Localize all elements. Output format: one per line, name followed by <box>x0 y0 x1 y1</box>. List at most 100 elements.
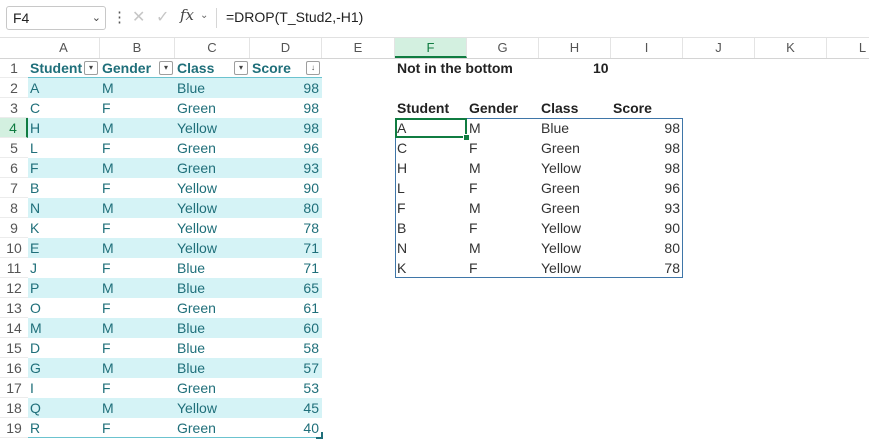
row-header-12[interactable]: 12 <box>0 278 28 298</box>
spill-cell[interactable]: F <box>467 138 539 158</box>
row-header-1[interactable]: 1 <box>0 58 28 78</box>
table-cell[interactable]: M <box>100 398 175 418</box>
table-cell[interactable]: Yellow <box>175 238 250 258</box>
table-cell[interactable]: Blue <box>175 78 250 98</box>
spill-cell[interactable]: M <box>467 118 539 138</box>
row-header-4[interactable]: 4 <box>0 118 28 138</box>
table-resize-handle[interactable] <box>316 432 323 439</box>
row-header-6[interactable]: 6 <box>0 158 28 178</box>
table-cell[interactable]: 61 <box>250 298 322 318</box>
table-cell[interactable]: L <box>28 138 100 158</box>
spill-cell[interactable]: 80 <box>611 238 683 258</box>
row-header-14[interactable]: 14 <box>0 318 28 338</box>
table-cell[interactable]: Blue <box>175 338 250 358</box>
name-box[interactable]: F4 ⌄ <box>6 6 106 30</box>
spill-cell[interactable]: Green <box>539 178 611 198</box>
table-cell[interactable]: J <box>28 258 100 278</box>
row-header-3[interactable]: 3 <box>0 98 28 118</box>
table-cell[interactable]: 71 <box>250 238 322 258</box>
table-cell[interactable]: 98 <box>250 98 322 118</box>
table-cell[interactable]: O <box>28 298 100 318</box>
table-cell[interactable]: 57 <box>250 358 322 378</box>
spill-cell[interactable]: F <box>467 218 539 238</box>
spill-cell[interactable]: Yellow <box>539 218 611 238</box>
table-cell[interactable]: M <box>100 238 175 258</box>
table-cell[interactable]: 71 <box>250 258 322 278</box>
spill-cell[interactable]: F <box>467 178 539 198</box>
table-cell[interactable]: 98 <box>250 78 322 98</box>
column-header-k[interactable]: K <box>755 38 827 58</box>
chevron-down-icon[interactable]: ⌄ <box>200 10 208 21</box>
spill-cell[interactable]: F <box>467 258 539 278</box>
table-cell[interactable]: F <box>100 138 175 158</box>
column-header-l[interactable]: L <box>827 38 869 58</box>
row-header-18[interactable]: 18 <box>0 398 28 418</box>
column-header-c[interactable]: C <box>175 38 250 58</box>
table-cell[interactable]: Green <box>175 298 250 318</box>
table-cell[interactable]: 40 <box>250 418 322 438</box>
table-cell[interactable]: A <box>28 78 100 98</box>
spill-cell[interactable]: Green <box>539 138 611 158</box>
table-cell[interactable]: Yellow <box>175 398 250 418</box>
table-cell[interactable]: 98 <box>250 118 322 138</box>
enter-icon[interactable]: ✓ <box>156 7 169 27</box>
spill-cell[interactable]: Yellow <box>539 258 611 278</box>
spill-cell[interactable]: K <box>395 258 467 278</box>
table-cell[interactable]: G <box>28 358 100 378</box>
result-header-student[interactable]: Student <box>395 98 467 118</box>
table-cell[interactable]: F <box>100 98 175 118</box>
spill-cell[interactable]: F <box>395 198 467 218</box>
table-cell[interactable]: M <box>100 198 175 218</box>
row-header-8[interactable]: 8 <box>0 198 28 218</box>
param-value[interactable]: 10 <box>591 58 631 78</box>
formula-input[interactable]: =DROP(T_Stud2,-H1) <box>226 9 363 25</box>
table-cell[interactable]: M <box>100 158 175 178</box>
row-header-9[interactable]: 9 <box>0 218 28 238</box>
column-header-a[interactable]: A <box>28 38 100 58</box>
sorted-descending-icon[interactable]: ↓ <box>306 61 320 75</box>
table-cell[interactable]: Yellow <box>175 178 250 198</box>
filter-dropdown-icon[interactable]: ▾ <box>234 61 248 75</box>
table-cell[interactable]: C <box>28 98 100 118</box>
table-cell[interactable]: Green <box>175 138 250 158</box>
spill-cell[interactable]: B <box>395 218 467 238</box>
select-all-corner[interactable] <box>0 38 28 58</box>
table-cell[interactable]: F <box>100 298 175 318</box>
table-cell[interactable]: Green <box>175 418 250 438</box>
table-cell[interactable]: 96 <box>250 138 322 158</box>
table-cell[interactable]: N <box>28 198 100 218</box>
column-header-f[interactable]: F <box>395 38 467 58</box>
table-cell[interactable]: 90 <box>250 178 322 198</box>
spill-cell[interactable]: N <box>395 238 467 258</box>
result-header-score[interactable]: Score <box>611 98 683 118</box>
row-header-2[interactable]: 2 <box>0 78 28 98</box>
table-cell[interactable]: Green <box>175 378 250 398</box>
table-cell[interactable]: Blue <box>175 258 250 278</box>
spill-cell[interactable]: 98 <box>611 158 683 178</box>
spill-cell[interactable]: Yellow <box>539 238 611 258</box>
table-cell[interactable]: Blue <box>175 358 250 378</box>
spill-cell[interactable]: Blue <box>539 118 611 138</box>
column-header-b[interactable]: B <box>100 38 175 58</box>
table-cell[interactable]: 60 <box>250 318 322 338</box>
table-cell[interactable]: K <box>28 218 100 238</box>
row-header-15[interactable]: 15 <box>0 338 28 358</box>
table-cell[interactable]: M <box>100 278 175 298</box>
spill-cell[interactable]: M <box>467 198 539 218</box>
table-cell[interactable]: 78 <box>250 218 322 238</box>
table-cell[interactable]: Green <box>175 98 250 118</box>
table-cell[interactable]: Yellow <box>175 198 250 218</box>
spill-cell[interactable]: A <box>395 118 467 138</box>
table-cell[interactable]: D <box>28 338 100 358</box>
spill-cell[interactable]: 78 <box>611 258 683 278</box>
table-cell[interactable]: I <box>28 378 100 398</box>
filter-dropdown-icon[interactable]: ▾ <box>84 61 98 75</box>
table-cell[interactable]: Blue <box>175 318 250 338</box>
table-cell[interactable]: E <box>28 238 100 258</box>
table-cell[interactable]: F <box>100 258 175 278</box>
spill-cell[interactable]: M <box>467 158 539 178</box>
column-header-g[interactable]: G <box>467 38 539 58</box>
table-cell[interactable]: F <box>100 218 175 238</box>
spill-cell[interactable]: L <box>395 178 467 198</box>
column-header-i[interactable]: I <box>611 38 683 58</box>
